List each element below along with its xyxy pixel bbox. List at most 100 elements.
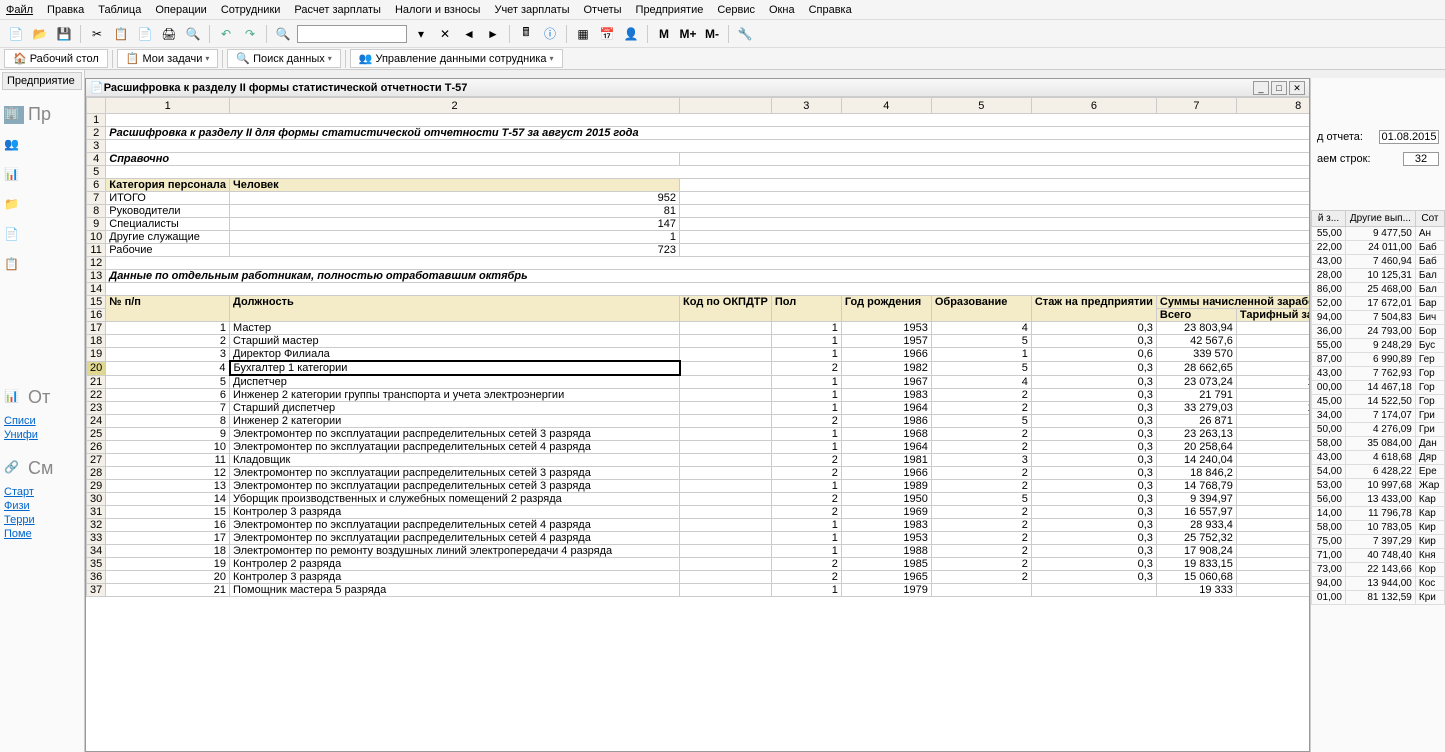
list-item[interactable]: 52,0017 672,01Бар — [1312, 297, 1445, 311]
list-item[interactable]: 94,0013 944,00Кос — [1312, 577, 1445, 591]
search-icon[interactable]: 🔍 — [273, 24, 293, 44]
list-item[interactable]: 00,0014 467,18Гор — [1312, 381, 1445, 395]
open-icon[interactable]: 📂 — [30, 24, 50, 44]
copy-icon[interactable]: 📋 — [111, 24, 131, 44]
menu-ops[interactable]: Операции — [155, 4, 206, 16]
spreadsheet[interactable]: 123456789101112Расшифровка к разделу II … — [86, 97, 1309, 751]
list-item[interactable]: 43,007 762,93Гор — [1312, 367, 1445, 381]
clear-icon[interactable]: ✕ — [435, 24, 455, 44]
menu-windows[interactable]: Окна — [769, 4, 795, 16]
tab-mgmt[interactable]: 👥Управление данными сотрудника▾ — [350, 49, 563, 68]
list-item[interactable]: 54,006 428,22Ере — [1312, 465, 1445, 479]
list-item[interactable]: 50,004 276,09Гри — [1312, 423, 1445, 437]
table-row[interactable]: 2913Электромонтер по эксплуатации распре… — [87, 480, 1310, 493]
menu-file[interactable]: Файл — [6, 4, 33, 16]
list-item[interactable]: 36,0024 793,00Бор — [1312, 325, 1445, 339]
report-date-input[interactable] — [1379, 130, 1439, 144]
link-5[interactable]: Поме — [2, 527, 82, 541]
list-item[interactable]: 22,0024 011,00Баб — [1312, 241, 1445, 255]
nav-back-icon[interactable]: ◄ — [459, 24, 479, 44]
table-row[interactable]: 3721Помощник мастера 5 разряда1197919 33… — [87, 584, 1310, 597]
link-4[interactable]: Терри — [2, 513, 82, 527]
minimize-button[interactable]: _ — [1253, 81, 1269, 95]
table-row[interactable]: 193Директор Филиала1196610,6339 570242 5… — [87, 348, 1310, 362]
menu-payroll[interactable]: Расчет зарплаты — [294, 4, 381, 16]
link-3[interactable]: Физи — [2, 499, 82, 513]
table-row[interactable]: 215Диспетчер1196740,323 073,2419 341,433… — [87, 375, 1310, 389]
table-row[interactable]: 3317Электромонтер по эксплуатации распре… — [87, 532, 1310, 545]
tools-icon[interactable]: 🔧 — [735, 24, 755, 44]
redo-icon[interactable]: ↷ — [240, 24, 260, 44]
menu-reports[interactable]: Отчеты — [584, 4, 622, 16]
table-row[interactable]: 248Инженер 2 категории2198650,326 87117 … — [87, 415, 1310, 428]
list-item[interactable]: 28,0010 125,31Бал — [1312, 269, 1445, 283]
list-item[interactable]: 01,0081 132,59Кри — [1312, 591, 1445, 605]
menu-help[interactable]: Справка — [809, 4, 852, 16]
rows-input[interactable] — [1403, 152, 1439, 166]
list-item[interactable]: 75,007 397,29Кир — [1312, 535, 1445, 549]
undo-icon[interactable]: ↶ — [216, 24, 236, 44]
preview-icon[interactable]: 🔍 — [183, 24, 203, 44]
list-item[interactable]: 14,0011 796,78Кар — [1312, 507, 1445, 521]
tab-search[interactable]: 🔍Поиск данных▾ — [227, 49, 340, 68]
list-item[interactable]: 45,0014 522,50Гор — [1312, 395, 1445, 409]
table-row[interactable]: 2711Кладовщик2198130,314 240,048 2246 01… — [87, 454, 1310, 467]
table-row[interactable]: 204Бухгалтер 1 категории2198250,328 662,… — [87, 361, 1310, 375]
list-item[interactable]: 55,009 248,29Бус — [1312, 339, 1445, 353]
table-row[interactable]: 2610Электромонтер по эксплуатации распре… — [87, 441, 1310, 454]
search-input[interactable] — [297, 25, 407, 43]
table-row[interactable]: 3620Контролер 3 разряда2196520,315 060,6… — [87, 571, 1310, 584]
cut-icon[interactable]: ✂ — [87, 24, 107, 44]
list-item[interactable]: 58,0035 084,00Дан — [1312, 437, 1445, 451]
maximize-button[interactable]: □ — [1271, 81, 1287, 95]
left-tab-enterprise[interactable]: Предприятие — [2, 72, 82, 90]
list-item[interactable]: 73,0022 143,66Кор — [1312, 563, 1445, 577]
tab-tasks[interactable]: 📋Мои задачи▾ — [117, 49, 219, 68]
info-icon[interactable]: ⓘ — [540, 24, 560, 44]
dropdown-icon[interactable]: ▾ — [411, 24, 431, 44]
menu-enterprise[interactable]: Предприятие — [636, 4, 704, 16]
nav-fwd-icon[interactable]: ► — [483, 24, 503, 44]
list-item[interactable]: 56,0013 433,00Кар — [1312, 493, 1445, 507]
save-icon[interactable]: 💾 — [54, 24, 74, 44]
m-icon[interactable]: M — [654, 24, 674, 44]
table-row[interactable]: 182Старший мастер1195750,342 567,626 741… — [87, 335, 1310, 348]
menu-taxes[interactable]: Налоги и взносы — [395, 4, 481, 16]
link-0[interactable]: Списи — [2, 414, 82, 428]
list-item[interactable]: 58,0010 783,05Кир — [1312, 521, 1445, 535]
menu-service[interactable]: Сервис — [717, 4, 755, 16]
list-item[interactable]: 43,004 618,68Дяр — [1312, 451, 1445, 465]
mminus-icon[interactable]: M- — [702, 24, 722, 44]
list-item[interactable]: 86,0025 468,00Бал — [1312, 283, 1445, 297]
menu-table[interactable]: Таблица — [98, 4, 141, 16]
list-item[interactable]: 71,0040 748,40Кня — [1312, 549, 1445, 563]
menu-accounting[interactable]: Учет зарплаты — [494, 4, 569, 16]
grid-icon[interactable]: ▦ — [573, 24, 593, 44]
list-item[interactable]: 53,0010 997,68Жар — [1312, 479, 1445, 493]
link-2[interactable]: Старт — [2, 485, 82, 499]
table-row[interactable]: 3418Электромонтер по ремонту воздушных л… — [87, 545, 1310, 558]
tab-desktop[interactable]: 🏠Рабочий стол — [4, 49, 108, 68]
calendar-icon[interactable]: 📅 — [597, 24, 617, 44]
list-item[interactable]: 55,009 477,50Ан — [1312, 227, 1445, 241]
mplus-icon[interactable]: M+ — [678, 24, 698, 44]
table-row[interactable]: 3115Контролер 3 разряда2196920,316 557,9… — [87, 506, 1310, 519]
table-row[interactable]: 2812Электромонтер по эксплуатации распре… — [87, 467, 1310, 480]
right-grid[interactable]: й з...Другие вып...Сот55,009 477,50Ан22,… — [1311, 210, 1445, 605]
calc-icon[interactable]: 🖩 — [516, 24, 536, 44]
table-row[interactable]: 171Мастер1195340,323 803,9416 3437 460,9… — [87, 322, 1310, 335]
close-button[interactable]: ✕ — [1289, 81, 1305, 95]
table-row[interactable]: 259Электромонтер по эксплуатации распред… — [87, 428, 1310, 441]
paste-icon[interactable]: 📄 — [135, 24, 155, 44]
menu-employees[interactable]: Сотрудники — [221, 4, 281, 16]
menu-edit[interactable]: Правка — [47, 4, 84, 16]
table-row[interactable]: 3519Контролер 2 разряда2198520,319 833,1… — [87, 558, 1310, 571]
list-item[interactable]: 94,007 504,83Бич — [1312, 311, 1445, 325]
new-icon[interactable]: 📄 — [6, 24, 26, 44]
print-icon[interactable]: 🖨 — [159, 24, 179, 44]
list-item[interactable]: 43,007 460,94Баб — [1312, 255, 1445, 269]
table-row[interactable]: 3014Уборщик производственных и служебных… — [87, 493, 1310, 506]
link-1[interactable]: Унифи — [2, 428, 82, 442]
list-item[interactable]: 87,006 990,89Гер — [1312, 353, 1445, 367]
user-icon[interactable]: 👤 — [621, 24, 641, 44]
